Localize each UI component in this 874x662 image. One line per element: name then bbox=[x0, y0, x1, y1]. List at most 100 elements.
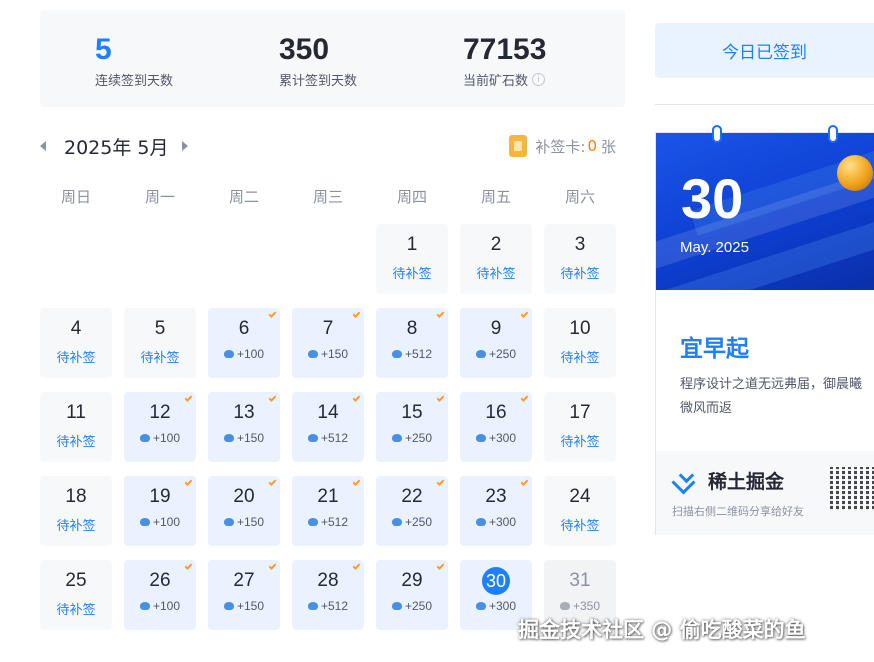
day-number: 18 bbox=[65, 486, 87, 507]
ore-reward: +100 bbox=[124, 599, 196, 613]
makeup-card-icon bbox=[509, 135, 528, 157]
makeup-sign-link[interactable]: 待补签 bbox=[460, 263, 532, 282]
reward-amount: +100 bbox=[236, 347, 265, 361]
prev-month-icon[interactable] bbox=[40, 141, 46, 151]
day-number: 26 bbox=[149, 570, 171, 591]
reward-amount: +100 bbox=[152, 431, 181, 445]
ore-reward: +512 bbox=[292, 515, 364, 529]
calendar-blank bbox=[208, 224, 280, 294]
day-number: 28 bbox=[317, 570, 339, 591]
reward-amount: +512 bbox=[404, 347, 433, 361]
calendar-grid: 1 待补签 2 待补签 3 待补签 4 待补签 5 待补签 6 +100 7 +150 8 +512 9 +250… bbox=[40, 224, 616, 630]
banner-month-year: May. 2025 bbox=[680, 239, 749, 256]
day-number: 8 bbox=[406, 318, 418, 339]
day-number: 30 bbox=[482, 567, 510, 595]
reward-amount: +150 bbox=[236, 599, 265, 613]
calendar-day-10[interactable]: 10 待补签 bbox=[544, 308, 616, 378]
day-number: 25 bbox=[65, 570, 87, 591]
ore-reward: +150 bbox=[208, 515, 280, 529]
day-number: 27 bbox=[233, 570, 255, 591]
day-number: 14 bbox=[317, 402, 339, 423]
calendar-day-4[interactable]: 4 待补签 bbox=[40, 308, 112, 378]
day-number: 20 bbox=[233, 486, 255, 507]
reward-amount: +300 bbox=[488, 431, 517, 445]
signed-today-button[interactable]: 今日已签到 bbox=[655, 23, 874, 78]
ore-icon bbox=[391, 350, 402, 358]
makeup-sign-link[interactable]: 待补签 bbox=[40, 347, 112, 366]
calendar-day-22: 22 +250 bbox=[376, 476, 448, 546]
makeup-card-count: 0 bbox=[587, 137, 597, 155]
month-navigation: 2025年 5月 bbox=[40, 134, 189, 159]
sign-stats-panel: 5 连续签到天数 350 累计签到天数 77153 当前矿石数 i bbox=[40, 10, 625, 107]
ore-reward: +300 bbox=[460, 431, 532, 445]
stat-value: 77153 bbox=[463, 33, 547, 66]
divider bbox=[655, 104, 874, 105]
day-number: 2 bbox=[490, 234, 502, 255]
makeup-sign-link[interactable]: 待补签 bbox=[40, 431, 112, 450]
weekday-header: 周日 周一 周二 周三 周四 周五 周六 bbox=[40, 186, 616, 207]
calendar-day-2[interactable]: 2 待补签 bbox=[460, 224, 532, 294]
calendar-day-12: 12 +100 bbox=[124, 392, 196, 462]
calendar-day-28: 28 +512 bbox=[292, 560, 364, 630]
calendar-day-3[interactable]: 3 待补签 bbox=[544, 224, 616, 294]
banner-day: 30 bbox=[681, 167, 744, 230]
calendar-day-18[interactable]: 18 待补签 bbox=[40, 476, 112, 546]
calendar-day-24[interactable]: 24 待补签 bbox=[544, 476, 616, 546]
makeup-sign-link[interactable]: 待补签 bbox=[544, 347, 616, 366]
day-number: 13 bbox=[233, 402, 255, 423]
next-month-icon[interactable] bbox=[182, 141, 189, 151]
day-number: 12 bbox=[149, 402, 171, 423]
makeup-sign-link[interactable]: 待补签 bbox=[544, 263, 616, 282]
makeup-sign-link[interactable]: 待补签 bbox=[124, 347, 196, 366]
daily-card: 30 May. 2025 宜早起 程序设计之道无远弗届，御晨曦微风而返 稀土掘金… bbox=[655, 125, 874, 535]
calendar-day-14: 14 +512 bbox=[292, 392, 364, 462]
ore-icon bbox=[475, 518, 486, 526]
motto-text: 程序设计之道无远弗届，御晨曦微风而返 bbox=[680, 377, 863, 416]
calendar-day-16: 16 +300 bbox=[460, 392, 532, 462]
qr-code-icon bbox=[830, 467, 874, 511]
makeup-card-label: 补签卡: bbox=[535, 137, 586, 156]
ore-reward: +512 bbox=[292, 431, 364, 445]
watermark: 掘金技术社区 @ 偷吃酸菜的鱼 bbox=[518, 618, 806, 642]
ore-reward: +150 bbox=[292, 347, 364, 361]
ore-reward: +512 bbox=[376, 347, 448, 361]
brand-share-hint: 扫描右侧二维码分享给好友 bbox=[672, 505, 804, 518]
reward-amount: +512 bbox=[320, 515, 349, 529]
weekday-label: 周一 bbox=[144, 188, 175, 206]
day-number: 7 bbox=[322, 318, 334, 339]
calendar-day-1[interactable]: 1 待补签 bbox=[376, 224, 448, 294]
calendar-day-17[interactable]: 17 待补签 bbox=[544, 392, 616, 462]
makeup-sign-link[interactable]: 待补签 bbox=[544, 515, 616, 534]
makeup-sign-link[interactable]: 待补签 bbox=[544, 431, 616, 450]
binder-pin-icon bbox=[828, 125, 838, 143]
brand-footer: 稀土掘金 扫描右侧二维码分享给好友 bbox=[656, 451, 874, 535]
calendar-day-11[interactable]: 11 待补签 bbox=[40, 392, 112, 462]
makeup-sign-link[interactable]: 待补签 bbox=[40, 515, 112, 534]
reward-amount: +100 bbox=[152, 515, 181, 529]
makeup-sign-link[interactable]: 待补签 bbox=[40, 599, 112, 618]
makeup-sign-link[interactable]: 待补签 bbox=[376, 263, 448, 282]
ore-reward: +150 bbox=[208, 599, 280, 613]
reward-amount: +100 bbox=[152, 599, 181, 613]
ore-reward: +250 bbox=[376, 431, 448, 445]
weekday-label: 周三 bbox=[312, 188, 343, 206]
ore-icon bbox=[391, 434, 402, 442]
day-number: 5 bbox=[154, 318, 166, 339]
juejin-logo-icon bbox=[672, 470, 700, 492]
ore-icon bbox=[139, 602, 150, 610]
day-number: 17 bbox=[569, 402, 591, 423]
ore-icon bbox=[223, 434, 234, 442]
weekday-label: 周日 bbox=[60, 188, 91, 206]
calendar-day-5[interactable]: 5 待补签 bbox=[124, 308, 196, 378]
stat-value: 5 bbox=[95, 33, 112, 66]
stat-consecutive-days: 5 连续签到天数 bbox=[95, 32, 173, 89]
day-number: 21 bbox=[317, 486, 339, 507]
month-label: 2025年 5月 bbox=[64, 136, 169, 159]
ore-icon bbox=[475, 602, 486, 610]
calendar-day-6: 6 +100 bbox=[208, 308, 280, 378]
calendar-day-25[interactable]: 25 待补签 bbox=[40, 560, 112, 630]
ore-reward: +100 bbox=[124, 431, 196, 445]
day-number: 1 bbox=[406, 234, 418, 255]
weekday-label: 周六 bbox=[564, 188, 595, 206]
info-icon[interactable]: i bbox=[532, 73, 546, 86]
